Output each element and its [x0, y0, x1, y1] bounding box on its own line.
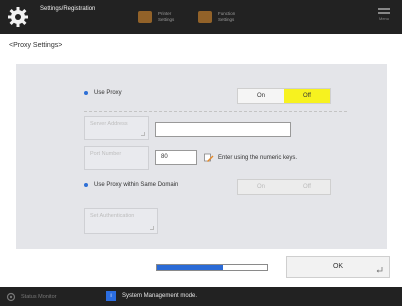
use-proxy-toggle: On Off — [237, 88, 331, 104]
app-title: Settings/Registration — [40, 6, 96, 12]
use-proxy-label: Use Proxy — [84, 90, 122, 96]
port-hint-text: Enter using the numeric keys. — [218, 155, 298, 161]
bullet-icon — [84, 91, 88, 95]
port-hint: Enter using the numeric keys. — [204, 153, 297, 163]
printer-settings-button[interactable]: Printer Settings — [138, 7, 188, 27]
status-monitor-button[interactable]: Status Monitor — [6, 292, 56, 302]
server-address-button[interactable]: Server Address — [84, 116, 149, 140]
ok-label: OK — [332, 263, 344, 270]
page-title: <Proxy Settings> — [9, 42, 63, 49]
function-settings-icon — [198, 11, 212, 23]
status-monitor-label: Status Monitor — [21, 294, 57, 300]
enter-icon — [376, 267, 383, 273]
use-proxy-on-button[interactable]: On — [238, 89, 284, 103]
ok-button[interactable]: OK — [286, 256, 390, 278]
same-domain-on-button[interactable]: On — [238, 180, 284, 194]
set-authentication-label: Set Authentication — [90, 213, 135, 219]
menu-icon — [378, 8, 390, 10]
same-domain-text: Use Proxy within Same Domain — [94, 182, 179, 188]
status-bar: Status Monitor i System Management mode. — [0, 287, 402, 306]
bullet-icon — [84, 183, 88, 187]
server-address-field[interactable] — [155, 122, 291, 137]
same-domain-off-button[interactable]: Off — [284, 180, 330, 194]
port-number-label: Port Number — [90, 151, 122, 157]
top-bar: Settings/Registration Printer Settings F… — [0, 0, 402, 34]
use-proxy-text: Use Proxy — [94, 90, 122, 96]
gear-icon — [6, 6, 30, 28]
set-authentication-button[interactable]: Set Authentication — [84, 208, 158, 234]
progress-fill — [157, 265, 223, 270]
same-domain-toggle: On Off — [237, 179, 331, 195]
port-number-button[interactable]: Port Number — [84, 146, 149, 170]
status-monitor-icon — [6, 292, 16, 302]
printer-settings-icon — [138, 11, 152, 23]
divider — [84, 111, 347, 112]
progress-bar — [156, 264, 268, 271]
same-domain-label: Use Proxy within Same Domain — [84, 182, 178, 188]
function-settings-button[interactable]: Function Settings — [198, 7, 248, 27]
numeric-keys-icon — [204, 153, 214, 162]
use-proxy-off-button[interactable]: Off — [284, 89, 330, 103]
status-message: i System Management mode. — [106, 291, 197, 301]
port-number-field[interactable]: 80 — [155, 150, 197, 165]
info-icon: i — [106, 291, 116, 301]
function-settings-label: Function Settings — [218, 11, 236, 22]
server-address-label: Server Address — [90, 121, 128, 127]
menu-label: Menu — [378, 16, 389, 21]
printer-settings-label: Printer Settings — [158, 11, 175, 22]
menu-button[interactable]: Menu — [372, 6, 396, 28]
status-message-text: System Management mode. — [122, 293, 198, 299]
settings-panel: Use Proxy On Off Server Address Port Num… — [16, 64, 387, 249]
